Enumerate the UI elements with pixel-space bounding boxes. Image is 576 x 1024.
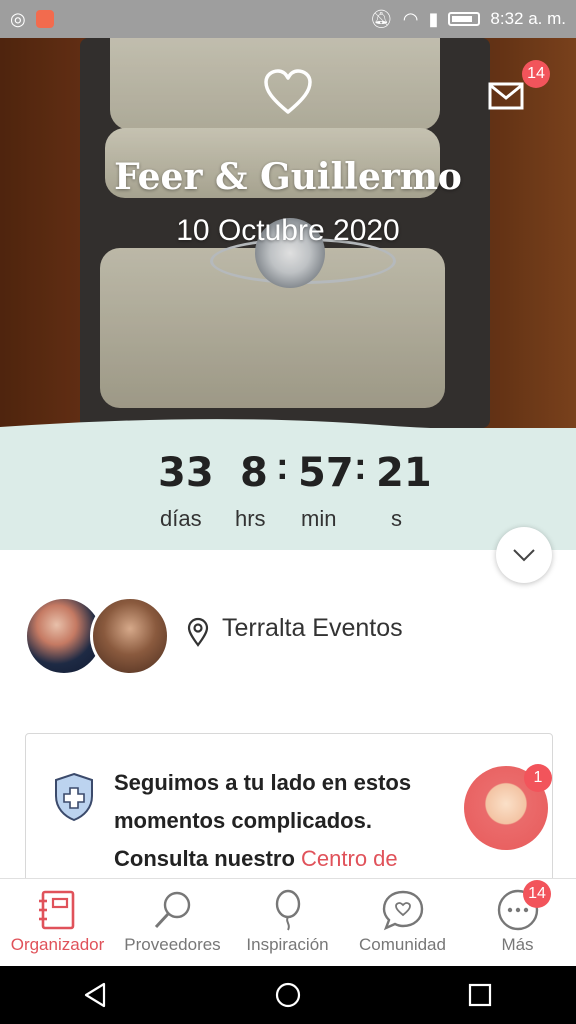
heart-icon[interactable] [263, 68, 313, 116]
location-pin-icon [187, 617, 209, 647]
countdown-seconds-label: s [391, 506, 402, 531]
back-icon[interactable] [82, 981, 110, 1009]
nav-label: Más [501, 935, 534, 954]
chevron-down-icon [513, 549, 535, 562]
countdown-minutes: 57 [298, 450, 354, 496]
nav-inspiracion[interactable]: Inspiración [230, 879, 345, 967]
signal-icon: ▮ [428, 9, 439, 29]
status-time: 8:32 a. m. [490, 9, 566, 28]
wifi-icon: ◠ [402, 9, 419, 29]
nav-proveedores[interactable]: Proveedores [115, 879, 230, 967]
whatsapp-icon: ◎ [10, 9, 26, 29]
nav-mas[interactable]: Más [460, 879, 575, 967]
search-icon [154, 891, 191, 929]
balloon-icon [275, 889, 301, 931]
nav-comunidad[interactable]: Comunidad [345, 879, 460, 967]
nav-label: Organizador [10, 935, 105, 954]
wave-divider [0, 419, 576, 445]
nav-label: Proveedores [124, 935, 221, 954]
battery-icon [448, 12, 481, 26]
help-center-link[interactable]: Centro de [301, 846, 398, 871]
countdown-seconds: 21 [376, 450, 432, 496]
countdown-hours: 8 [240, 450, 268, 496]
planner-icon [39, 890, 75, 930]
status-bar: ◎ 🔕︎ ◠ ▮ 8:32 a. m. [0, 0, 576, 38]
assistant-badge: 1 [524, 764, 552, 792]
mail-icon[interactable] [488, 82, 524, 110]
countdown-separator: : [354, 446, 367, 488]
shield-plus-icon [55, 772, 93, 822]
countdown-days-label: días [160, 506, 202, 531]
bottom-navigation: Organizador Proveedores Inspiración Comu… [0, 878, 576, 967]
countdown-minutes-label: min [301, 506, 337, 531]
mute-icon: 🔕︎ [369, 9, 393, 29]
info-card[interactable]: Seguimos a tu lado en estos momentos com… [25, 733, 553, 895]
avatar-partner-2[interactable] [90, 596, 170, 676]
system-navigation-bar [0, 966, 576, 1024]
home-icon[interactable] [274, 981, 302, 1009]
more-badge: 14 [523, 880, 551, 908]
wedding-date: 10 Octubre 2020 [176, 214, 400, 247]
nav-label: Inspiración [246, 935, 329, 954]
app-notification-icon [35, 10, 54, 28]
chat-heart-icon [382, 890, 424, 931]
nav-label: Comunidad [359, 935, 446, 954]
countdown-separator: : [276, 446, 289, 488]
hero-photo: 14 Feer & Guillermo 10 Octubre 2020 [0, 38, 576, 428]
expand-button[interactable] [496, 527, 552, 583]
venue-name[interactable]: Terralta Eventos [222, 614, 403, 643]
countdown-hours-label: hrs [235, 506, 266, 531]
mail-badge: 14 [522, 60, 550, 88]
nav-organizador[interactable]: Organizador [0, 879, 115, 967]
couple-names: Feer & Guillermo [114, 156, 462, 198]
recents-icon[interactable] [466, 981, 494, 1009]
countdown-days: 33 [158, 450, 214, 496]
